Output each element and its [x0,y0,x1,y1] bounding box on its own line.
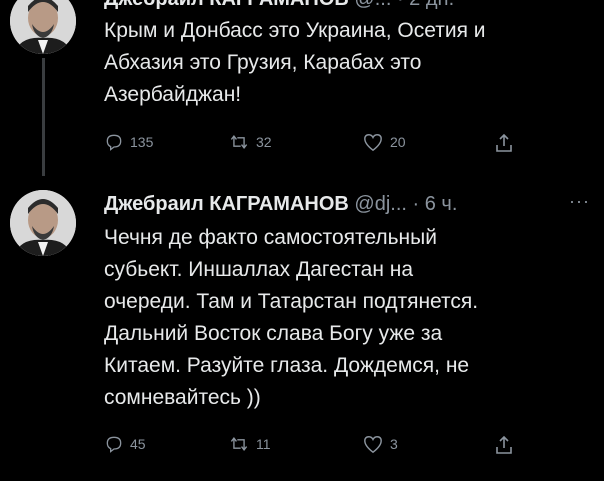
author-handle[interactable]: @... [354,0,391,10]
like-count: 20 [390,134,406,150]
tweet-header: Джебраил КАГРАМАНОВ @dj... · 6 ч. [104,191,594,217]
avatar[interactable] [10,0,76,54]
thread-line [42,58,45,176]
retweet-button[interactable]: 11 [228,434,271,454]
retweet-button[interactable]: 32 [228,132,272,152]
author-handle[interactable]: @dj... [354,193,407,215]
reply-count: 45 [130,436,146,452]
more-options-icon[interactable]: ··· [569,191,590,212]
tweet-text-line: очереди. Там и Татарстан подтянется. [104,290,479,313]
tweet-text-line: Чечня де факто самостоятельный [104,226,437,249]
like-button[interactable]: 3 [362,434,398,454]
tweet-text: Крым и Донбасс это Украина, Осетия и Абх… [104,15,594,111]
avatar-image [10,190,76,256]
tweet-text-line: Абхазия это Грузия, Карабах это [104,51,422,74]
tweet-time[interactable]: · 2 дн. [397,0,454,10]
like-count: 3 [390,436,398,452]
share-icon [496,435,512,454]
tweet-text-line: Азербайджан! [104,83,242,106]
like-icon [364,435,382,454]
retweet-icon [230,436,248,452]
retweet-count: 32 [256,134,272,150]
retweet-count: 11 [256,436,271,452]
like-icon [364,133,382,152]
share-icon [496,133,512,152]
retweet-icon [230,134,248,150]
tweet-text-line: Дальний Восток слава Богу уже за [104,322,443,345]
tweet-text-line: Крым и Донбасс это Украина, Осетия и [104,19,486,42]
tweet-text: Чечня де факто самостоятельный субьект. … [104,222,594,414]
tweet-time[interactable]: · 6 ч. [413,193,458,215]
tweet-header: Джебраил КАГРАМАНОВ @... · 2 дн. [104,0,594,12]
tweet-2[interactable]: Джебраил КАГРАМАНОВ @dj... · 6 ч. ··· Че… [0,176,604,481]
tweet-text-line: субьект. Иншаллах Дагестан на [104,258,414,281]
author-name[interactable]: Джебраил КАГРАМАНОВ [104,0,349,10]
more-options-icon[interactable]: ··· [569,0,590,7]
reply-count: 135 [130,134,154,150]
avatar-image [10,0,76,54]
like-button[interactable]: 20 [362,132,406,152]
tweet-actions: 135 32 20 [104,132,594,156]
tweet-1[interactable]: Джебраил КАГРАМАНОВ @... · 2 дн. ··· Кры… [0,0,604,176]
reply-icon [106,436,122,453]
tweet-text-line: Китаем. Разуйте глаза. Дождемся, не [104,354,470,377]
share-button[interactable] [494,434,514,456]
share-button[interactable] [494,132,514,154]
author-name[interactable]: Джебраил КАГРАМАНОВ [104,193,349,215]
tweet-text-line: сомневайтесь )) [104,386,261,409]
reply-icon [106,134,122,151]
avatar[interactable] [10,190,76,256]
tweet-actions: 45 11 3 [104,434,594,458]
reply-button[interactable]: 45 [104,434,146,454]
reply-button[interactable]: 135 [104,132,153,152]
